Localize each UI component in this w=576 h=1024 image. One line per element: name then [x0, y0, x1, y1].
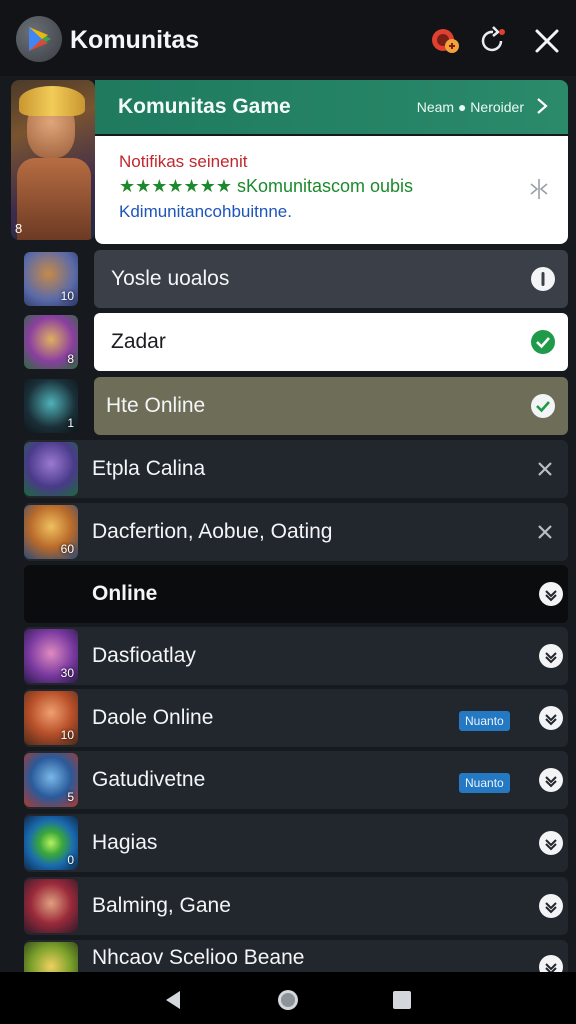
- row-label: Dacfertion, Aobue, Oating: [92, 520, 333, 543]
- check-icon[interactable]: [530, 393, 556, 419]
- top-app-bar: Komunitas: [0, 0, 576, 76]
- thumb-number: 60: [60, 542, 74, 556]
- list-item[interactable]: 5 Gatudivetne Nuanto: [0, 751, 576, 809]
- game-thumbnail: 30: [24, 629, 78, 683]
- list-item[interactable]: 0 Hagias: [0, 814, 576, 872]
- close-icon[interactable]: [532, 519, 558, 545]
- play-store-icon: [29, 27, 51, 51]
- collapse-icon[interactable]: [526, 176, 552, 202]
- chevron-down-circle-icon[interactable]: [538, 893, 564, 919]
- row-label: Zadar: [111, 330, 166, 353]
- notification-link[interactable]: Kdimunitancohbuitnne.: [119, 202, 292, 222]
- row-label: Etpla Calina: [92, 457, 206, 480]
- game-thumbnail: 5: [24, 753, 78, 807]
- game-thumbnail: 10: [24, 252, 78, 306]
- chevron-down-circle-icon[interactable]: [538, 767, 564, 793]
- list-item[interactable]: Balming, Gane: [0, 877, 576, 935]
- list-item[interactable]: 10 Yosle uoalos: [0, 250, 576, 308]
- row-label: Daole Online: [92, 706, 214, 729]
- banner-meta: Neam ● Neroider: [416, 99, 524, 115]
- hero-number: 8: [15, 221, 23, 236]
- game-thumbnail: [24, 942, 78, 972]
- system-navigation-bar: [0, 972, 576, 1024]
- row-card-highlighted[interactable]: Hte Online: [94, 377, 568, 435]
- section-header[interactable]: Online: [0, 565, 576, 623]
- row-card[interactable]: Yosle uoalos: [94, 250, 568, 308]
- list-item[interactable]: 10 Daole Online Nuanto: [0, 689, 576, 747]
- game-controller-icon[interactable]: [428, 24, 462, 58]
- game-thumbnail: 1: [24, 379, 78, 433]
- notification-rating: ★★★★★★★ sKomunitascom oubis: [119, 176, 414, 196]
- list-item[interactable]: 1 Hte Online: [0, 377, 576, 435]
- row-label: Gatudivetne: [92, 768, 206, 791]
- game-thumbnail: 10: [24, 691, 78, 745]
- recents-icon[interactable]: [390, 988, 414, 1012]
- home-icon[interactable]: [276, 988, 300, 1012]
- check-circle-icon[interactable]: [530, 329, 556, 355]
- row-label: Hagias: [92, 831, 158, 854]
- notification-title: Notifikas seinenit: [119, 152, 248, 171]
- list-item[interactable]: Etpla Calina: [0, 440, 576, 498]
- info-icon[interactable]: [530, 266, 556, 292]
- close-icon[interactable]: [530, 24, 564, 58]
- row-label: Yosle uoalos: [111, 267, 230, 290]
- notification-card[interactable]: Notifikas seinenit ★★★★★★★ sKomunitascom…: [95, 136, 568, 244]
- list-item[interactable]: 30 Dasfioatlay: [0, 627, 576, 685]
- thumb-number: 30: [60, 666, 74, 680]
- row-card-selected[interactable]: Zadar: [94, 313, 568, 371]
- game-thumbnail: 60: [24, 505, 78, 559]
- thumb-number: 8: [67, 352, 74, 366]
- hero-thumbnail[interactable]: 8: [11, 80, 95, 240]
- hero-body-art: [17, 158, 91, 240]
- thumb-number: 10: [60, 289, 74, 303]
- game-thumbnail: [24, 442, 78, 496]
- refresh-icon[interactable]: [476, 24, 510, 58]
- app-logo: [16, 16, 62, 62]
- banner-title: Komunitas Game: [118, 95, 291, 118]
- chevron-down-circle-icon[interactable]: [538, 581, 564, 607]
- hero-hair-art: [19, 86, 85, 116]
- game-thumbnail: 0: [24, 816, 78, 870]
- thumb-number: 10: [60, 728, 74, 742]
- list-item[interactable]: Nhcaov Scelioo Beane: [0, 940, 576, 972]
- thumb-number: 5: [67, 790, 74, 804]
- list-item[interactable]: 8 Zadar: [0, 313, 576, 371]
- close-icon[interactable]: [532, 456, 558, 482]
- row-label: Balming, Gane: [92, 894, 231, 917]
- status-badge: Nuanto: [459, 711, 510, 731]
- list-item[interactable]: 60 Dacfertion, Aobue, Oating: [0, 503, 576, 561]
- chevron-down-circle-icon[interactable]: [538, 830, 564, 856]
- chevron-down-circle-icon[interactable]: [538, 643, 564, 669]
- community-banner[interactable]: Komunitas Game Neam ● Neroider: [95, 80, 568, 134]
- row-label: Nhcaov Scelioo Beane: [92, 946, 305, 969]
- app-title: Komunitas: [70, 26, 200, 54]
- chevron-right-icon[interactable]: [532, 95, 552, 117]
- thumb-number: 0: [67, 853, 74, 867]
- row-label: Dasfioatlay: [92, 644, 196, 667]
- row-label: Hte Online: [106, 394, 206, 417]
- chevron-down-circle-icon[interactable]: [538, 705, 564, 731]
- back-icon[interactable]: [161, 988, 185, 1012]
- chevron-down-circle-icon[interactable]: [538, 954, 564, 972]
- game-thumbnail: [24, 879, 78, 933]
- status-badge: Nuanto: [459, 773, 510, 793]
- game-thumbnail: 8: [24, 315, 78, 369]
- thumb-number: 1: [67, 416, 74, 430]
- section-title: Online: [92, 582, 158, 605]
